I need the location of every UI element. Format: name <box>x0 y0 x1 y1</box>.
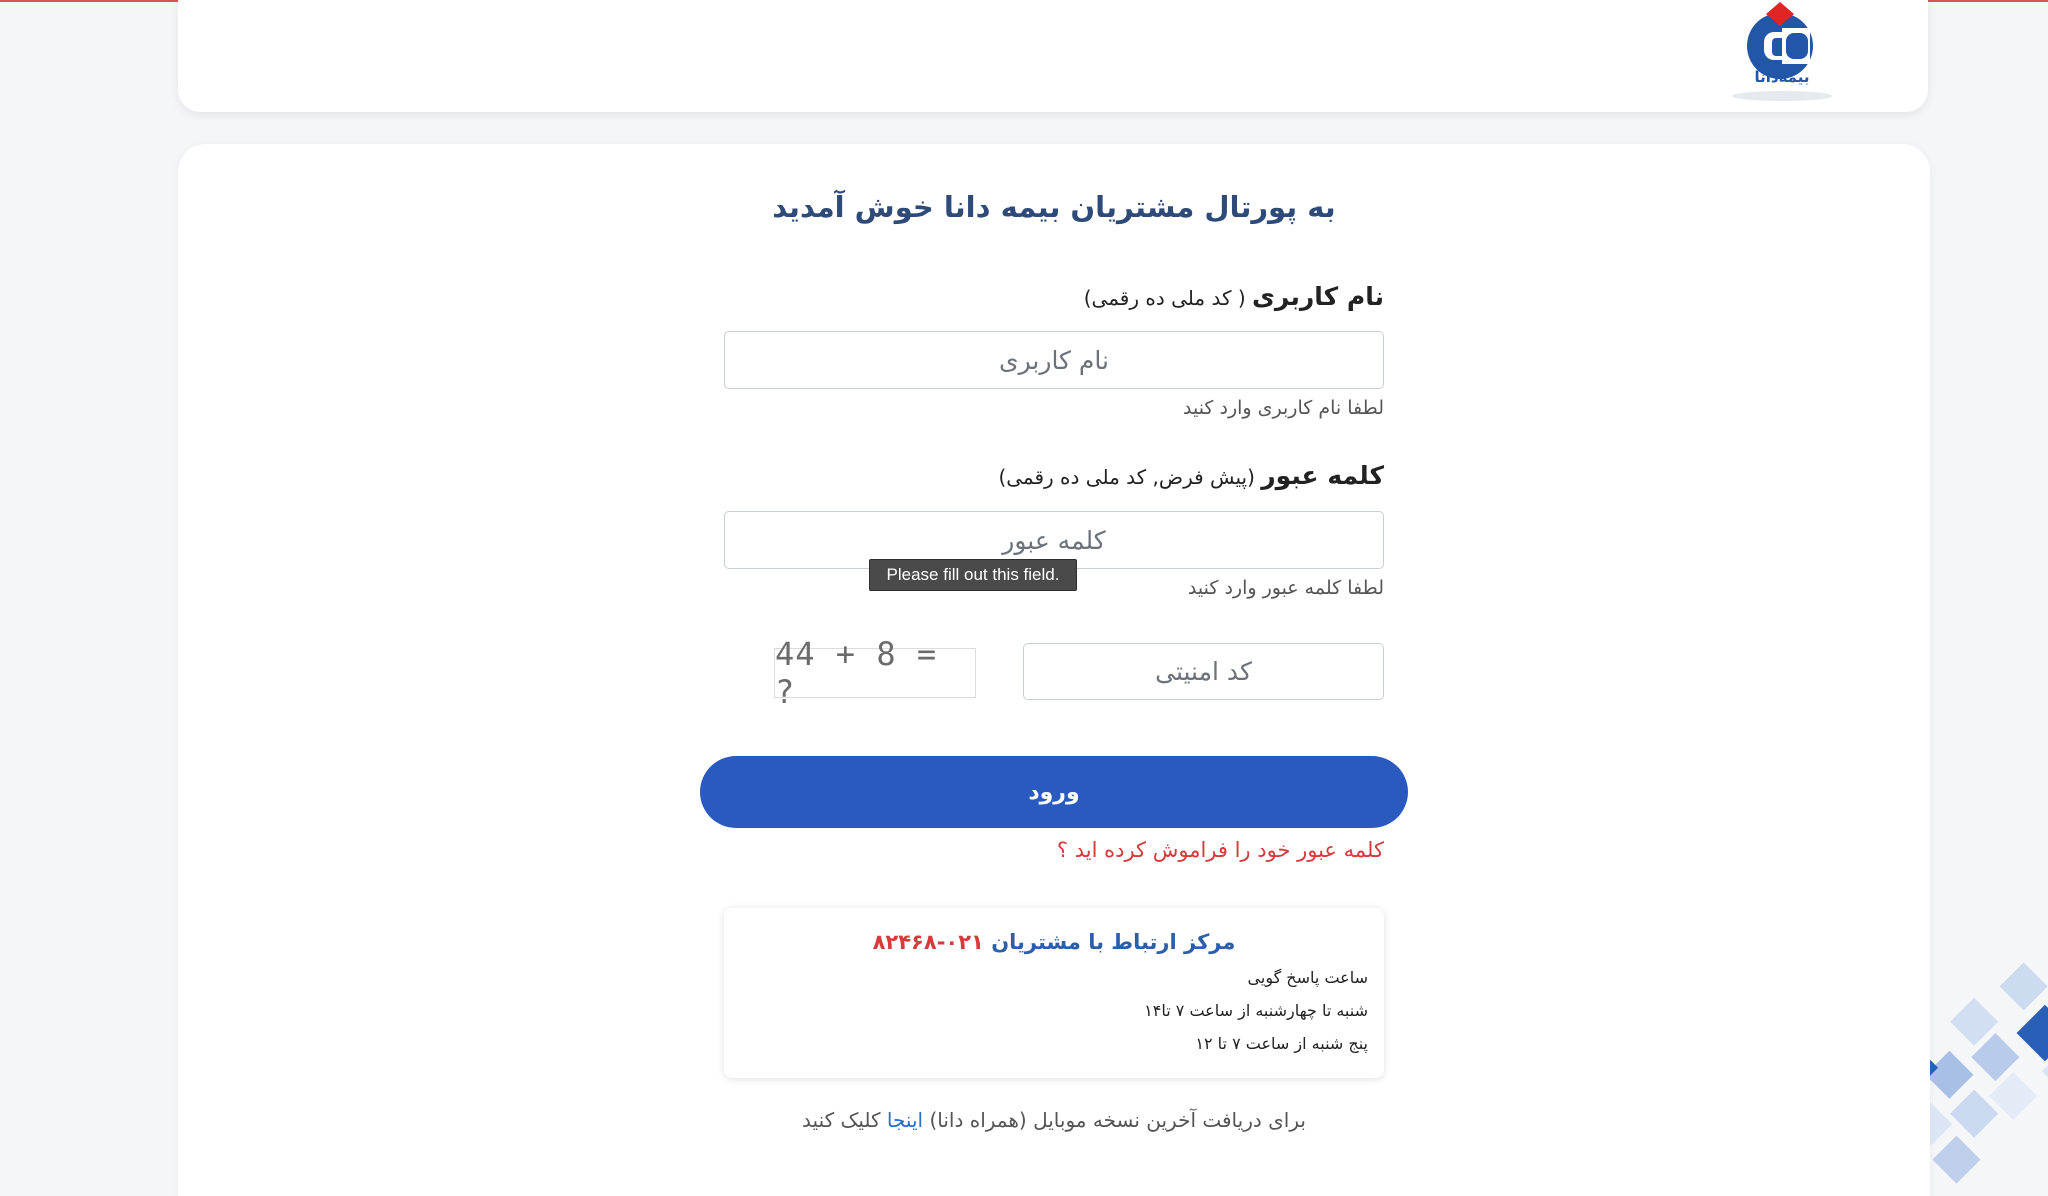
login-button[interactable]: ورود <box>700 756 1408 828</box>
support-hours-thursday: پنج شنبه از ساعت ۷ تا ۱۲ <box>1195 1034 1368 1053</box>
captcha-image: 44 + 8 = ? <box>774 635 976 711</box>
logo-text: بیمه‌دانا <box>1754 68 1809 86</box>
password-label-note: (پیش فرض, کد ملی ده رقمی) <box>998 465 1262 489</box>
username-hint: لطفا نام کاربری وارد کنید <box>1182 397 1384 419</box>
validation-tooltip: Please fill out this field. <box>869 559 1077 591</box>
mobile-app-text-after: کلیک کنید <box>802 1108 887 1132</box>
support-phone: ۰۲۱-۸۲۴۶۸ <box>872 930 984 954</box>
pattern-icon <box>1930 962 2048 1184</box>
forgot-password-link[interactable]: کلمه عبور خود را فراموش کرده اید ؟ <box>1057 838 1384 862</box>
password-label: کلمه عبور (پیش فرض, کد ملی ده رقمی) <box>998 461 1384 490</box>
support-title-text: مرکز ارتباط با مشتریان <box>991 930 1236 954</box>
dana-insurance-logo[interactable]: بیمه‌دانا <box>1722 0 1842 104</box>
support-hours-weekdays: شنبه تا چهارشنبه از ساعت ۷ تا۱۴ <box>1144 1001 1368 1020</box>
decorative-pattern <box>1930 880 2048 1196</box>
support-info-card: مرکز ارتباط با مشتریان ۰۲۱-۸۲۴۶۸ ساعت پا… <box>724 908 1384 1078</box>
captcha-input[interactable]: کد امنیتی <box>1023 643 1384 700</box>
support-title: مرکز ارتباط با مشتریان ۰۲۱-۸۲۴۶۸ <box>724 930 1384 954</box>
username-input[interactable]: نام کاربری <box>724 331 1384 389</box>
username-placeholder: نام کاربری <box>999 345 1109 375</box>
support-hours-label: ساعت پاسخ گویی <box>1247 968 1368 987</box>
username-label: نام کاربری ( کد ملی ده رقمی) <box>1084 282 1384 311</box>
mobile-app-text-before: برای دریافت آخرین نسخه موبایل (همراه دان… <box>923 1108 1306 1132</box>
username-label-note: ( کد ملی ده رقمی) <box>1083 286 1253 310</box>
page-title: به پورتال مشتریان بیمه دانا خوش آمدید <box>772 190 1336 224</box>
password-placeholder: کلمه عبور <box>1002 525 1106 555</box>
header-bar <box>178 0 1928 112</box>
password-hint: لطفا کلمه عبور وارد کنید <box>1187 577 1384 599</box>
mobile-app-note: برای دریافت آخرین نسخه موبایل (همراه دان… <box>0 1108 2048 1132</box>
username-label-main: نام کاربری <box>1252 282 1384 311</box>
logo-icon: بیمه‌دانا <box>1732 2 1832 101</box>
captcha-placeholder: کد امنیتی <box>1155 657 1252 686</box>
password-label-main: کلمه عبور <box>1261 461 1384 490</box>
mobile-app-link[interactable]: اینجا <box>887 1108 923 1132</box>
